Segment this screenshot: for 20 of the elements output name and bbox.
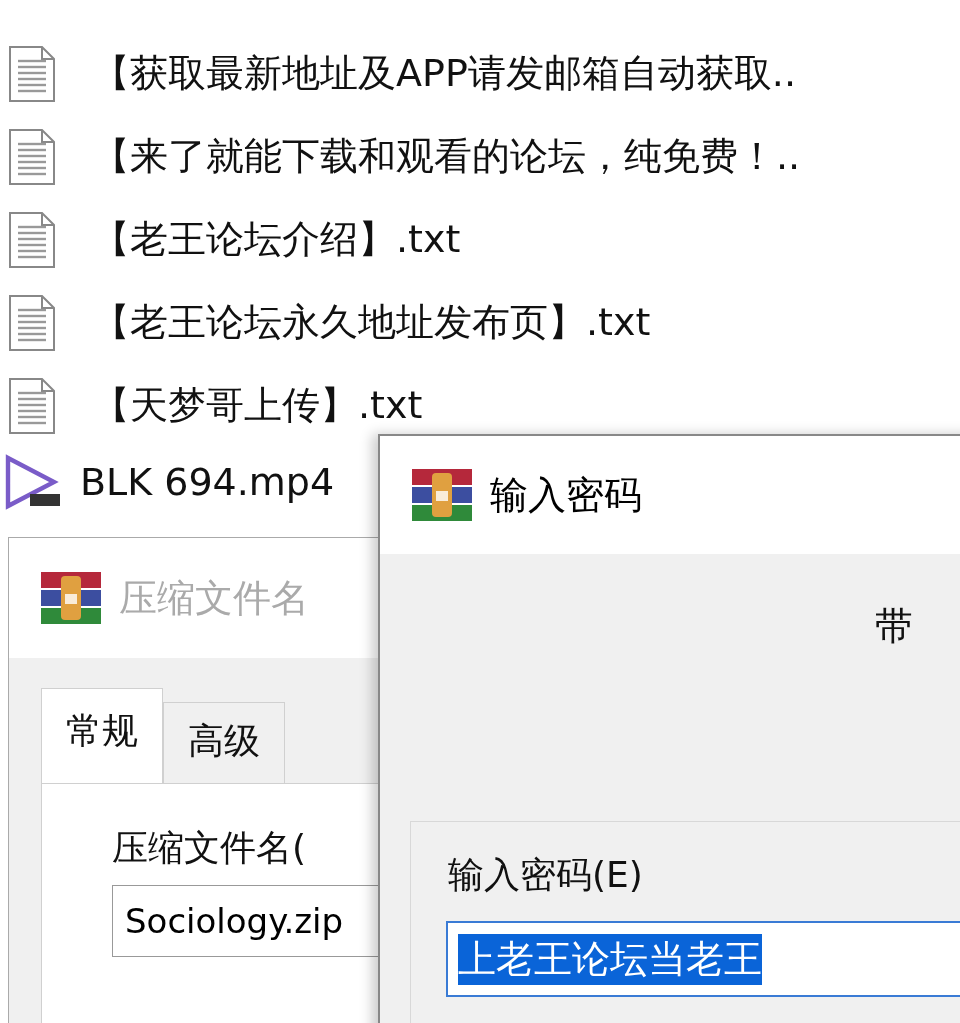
archive-books-icon	[39, 570, 103, 626]
archive-books-icon	[410, 467, 474, 523]
dialog-title: 输入密码	[490, 471, 642, 519]
text-file-icon	[8, 210, 56, 269]
file-name[interactable]: 【老王论坛介绍】.txt	[92, 214, 461, 265]
text-file-icon	[8, 127, 56, 186]
password-field[interactable]: 上老王论坛当老王	[446, 921, 960, 997]
text-file-icon	[8, 376, 56, 435]
field-label: 压缩文件名(	[112, 826, 308, 870]
file-name[interactable]: BLK 694.mp4	[80, 460, 335, 504]
dialog-caption: 带	[875, 603, 913, 650]
tab[interactable]: 高级	[163, 702, 285, 783]
file-name[interactable]: 【老王论坛永久地址发布页】.txt	[92, 297, 651, 348]
text-file-icon	[8, 293, 56, 352]
dialog-title: 压缩文件名	[119, 574, 309, 622]
file-name[interactable]: 【天梦哥上传】.txt	[92, 380, 423, 431]
file-name[interactable]: 【来了就能下载和观看的论坛，纯免费！..	[92, 131, 801, 182]
file-name[interactable]: 【获取最新地址及APP请发邮箱自动获取..	[92, 48, 796, 99]
tab[interactable]: 常规	[41, 688, 163, 783]
text-file-icon	[8, 44, 56, 103]
